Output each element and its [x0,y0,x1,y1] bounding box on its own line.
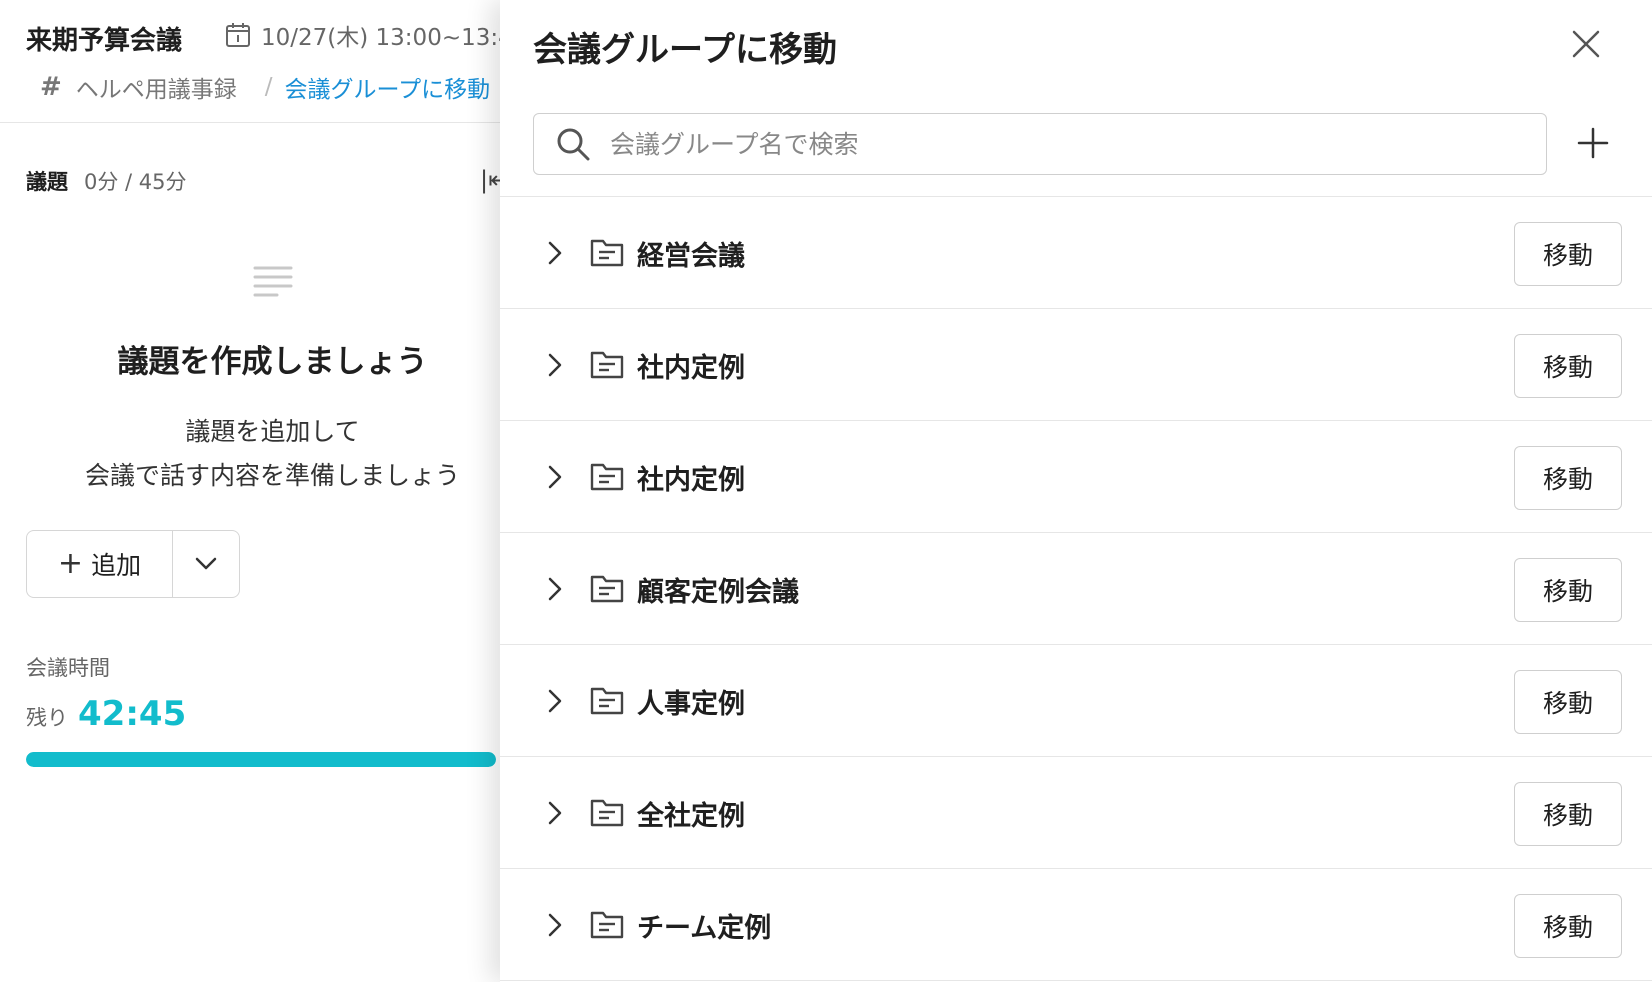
agenda-time: 0分 / 45分 [84,170,187,194]
calendar-icon [226,23,250,47]
group-row: チーム定例 移動 [500,869,1652,981]
header-divider [0,122,520,123]
meeting-page: 来期予算会議 10/27(木) 13:00~13:45 # ヘルペ用議事録 / … [0,0,527,982]
move-button[interactable]: 移動 [1514,446,1622,510]
group-name: 経営会議 [637,241,745,272]
folder-icon [590,687,624,715]
move-button[interactable]: 移動 [1514,670,1622,734]
move-button[interactable]: 移動 [1514,558,1622,622]
group-name: チーム定例 [637,913,772,944]
add-agenda-label: 追加 [91,551,142,580]
agenda-label: 議題 [26,170,68,194]
hash-icon: # [40,72,62,102]
folder-icon [590,799,624,827]
group-list: 経営会議 移動 社内定例 移動 社内定例 移動 顧客定例会議 移動 人事定例 移… [500,197,1652,981]
duration-label: 会議時間 [26,656,110,680]
move-to-group-drawer: 会議グループに移動 経営会議 移動 [500,0,1652,982]
chevron-right-icon[interactable] [548,577,562,601]
group-name: 人事定例 [637,689,745,720]
group-row: 全社定例 移動 [500,757,1652,869]
empty-state-text-1: 議題を追加して [185,417,360,446]
group-name: 顧客定例会議 [637,577,799,608]
move-button[interactable]: 移動 [1514,782,1622,846]
folder-icon [590,463,624,491]
group-name: 社内定例 [637,465,745,496]
group-name: 社内定例 [637,353,745,384]
group-name: 全社定例 [637,801,745,832]
move-button[interactable]: 移動 [1514,222,1622,286]
chevron-down-icon [195,557,217,570]
chevron-right-icon[interactable] [548,465,562,489]
group-search-input[interactable] [610,129,1510,159]
folder-icon [590,575,624,603]
close-icon[interactable] [1570,28,1602,60]
chevron-right-icon[interactable] [548,801,562,825]
meeting-date-text: 10/27(木) 13:00~13:45 [261,25,528,51]
chevron-right-icon[interactable] [548,241,562,265]
group-row: 経営会議 移動 [500,197,1652,309]
plus-icon: + [57,546,84,581]
group-row: 人事定例 移動 [500,645,1652,757]
empty-state-title: 議題を作成しましょう [117,344,428,380]
add-group-plus-icon[interactable] [1575,125,1611,161]
time-progress-bar [26,752,496,767]
empty-state-text-2: 会議で話す内容を準備しましょう [84,461,460,490]
lines-icon [253,266,293,297]
group-row: 社内定例 移動 [500,421,1652,533]
chevron-right-icon[interactable] [548,353,562,377]
move-button[interactable]: 移動 [1514,894,1622,958]
group-row: 顧客定例会議 移動 [500,533,1652,645]
remaining-label: 残り [26,706,68,730]
chevron-right-icon[interactable] [548,689,562,713]
drawer-title: 会議グループに移動 [533,30,837,70]
folder-icon [590,351,624,379]
remaining-value: 42:45 [78,694,187,734]
breadcrumb-group-link[interactable]: 会議グループに移動 [285,70,491,104]
search-icon [557,128,590,161]
group-row: 社内定例 移動 [500,309,1652,421]
chevron-right-icon[interactable] [548,913,562,937]
agenda-header: 議題 0分 / 45分 [26,166,187,196]
folder-icon [590,911,624,939]
meeting-date[interactable]: 10/27(木) 13:00~13:45 [225,18,527,52]
move-button[interactable]: 移動 [1514,334,1622,398]
group-search-box [533,113,1547,175]
breadcrumb-separator: / [264,74,273,100]
add-agenda-button[interactable]: + 追加 [27,531,173,597]
breadcrumb: # ヘルペ用議事録 / 会議グループに移動 [40,70,490,104]
add-agenda-dropdown[interactable] [173,531,239,597]
time-progress-fill [26,752,496,767]
folder-icon [590,239,624,267]
breadcrumb-channel[interactable]: ヘルペ用議事録 [76,70,237,104]
add-agenda-group: + 追加 [26,530,240,598]
remaining-time: 残り 42:45 [26,694,186,734]
meeting-title: 来期予算会議 [26,26,183,56]
